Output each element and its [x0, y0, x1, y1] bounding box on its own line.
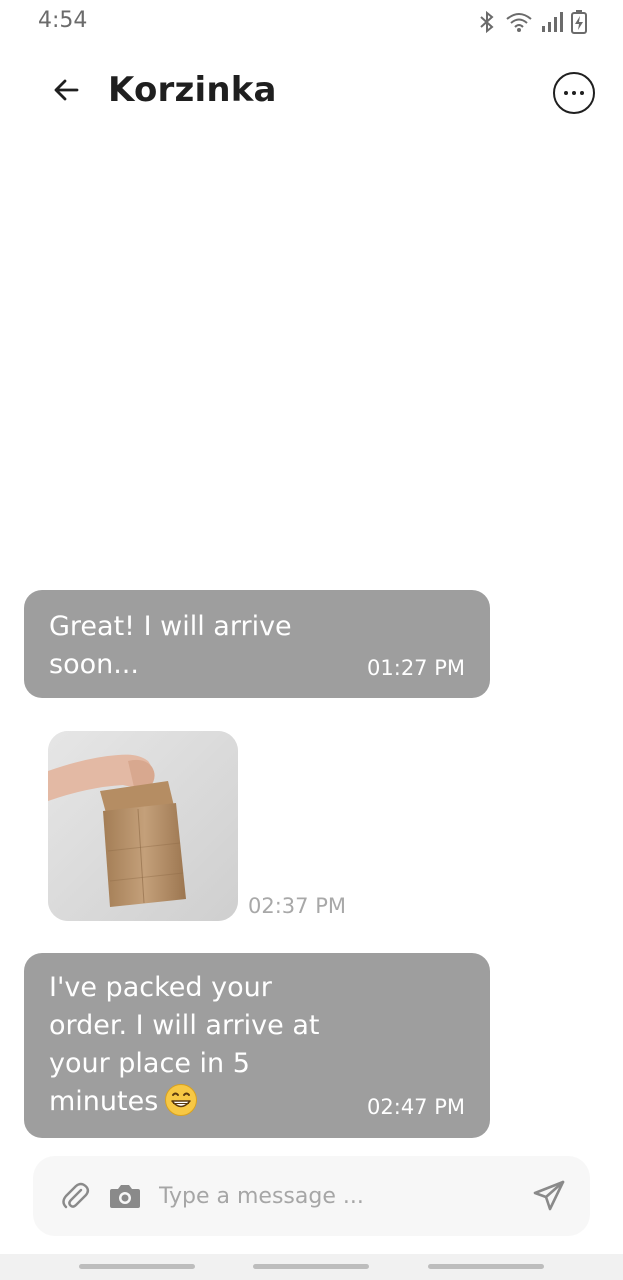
signal-icon [541, 10, 563, 34]
more-options-button[interactable] [553, 72, 595, 114]
wifi-icon [505, 10, 533, 34]
message-text: Great! I will arrive soon... [49, 611, 292, 680]
nav-recents-handle[interactable] [79, 1264, 195, 1269]
message-composer [33, 1156, 590, 1236]
send-icon [532, 1180, 566, 1217]
grinning-face-emoji-icon [164, 1083, 198, 1117]
status-time: 4:54 [38, 8, 88, 33]
back-button[interactable] [46, 72, 86, 112]
nav-home-handle[interactable] [253, 1264, 369, 1269]
more-dot [580, 91, 584, 95]
chat-screen: 4:54 Korzinka Great! I will arrive soon.… [0, 0, 623, 1280]
paper-bag-photo [48, 731, 238, 921]
nav-back-handle[interactable] [428, 1264, 544, 1269]
more-horizontal-icon [564, 91, 568, 95]
bluetooth-icon [477, 10, 497, 34]
chat-header: Korzinka [0, 60, 623, 124]
system-nav-bar [0, 1254, 623, 1280]
message-time: 02:47 PM [367, 1095, 465, 1119]
paperclip-icon [59, 1182, 91, 1216]
send-button[interactable] [532, 1179, 566, 1213]
camera-icon [108, 1185, 142, 1216]
arrow-left-icon [52, 76, 80, 108]
message-text: I've packed your order. I will arrive at… [49, 969, 349, 1121]
message-bubble[interactable]: Great! I will arrive soon... 01:27 PM [24, 590, 490, 698]
status-bar: 4:54 [0, 0, 623, 44]
battery-charging-icon [571, 10, 587, 34]
camera-button[interactable] [108, 1180, 142, 1212]
more-dot [572, 91, 576, 95]
message-bubble[interactable]: I've packed your order. I will arrive at… [24, 953, 490, 1138]
status-icons [477, 8, 587, 36]
message-input[interactable] [159, 1174, 519, 1218]
message-time: 02:37 PM [248, 894, 346, 918]
message-time: 01:27 PM [367, 656, 465, 680]
chat-title: Korzinka [108, 70, 277, 110]
attach-button[interactable] [59, 1180, 91, 1212]
message-image[interactable] [48, 731, 238, 921]
